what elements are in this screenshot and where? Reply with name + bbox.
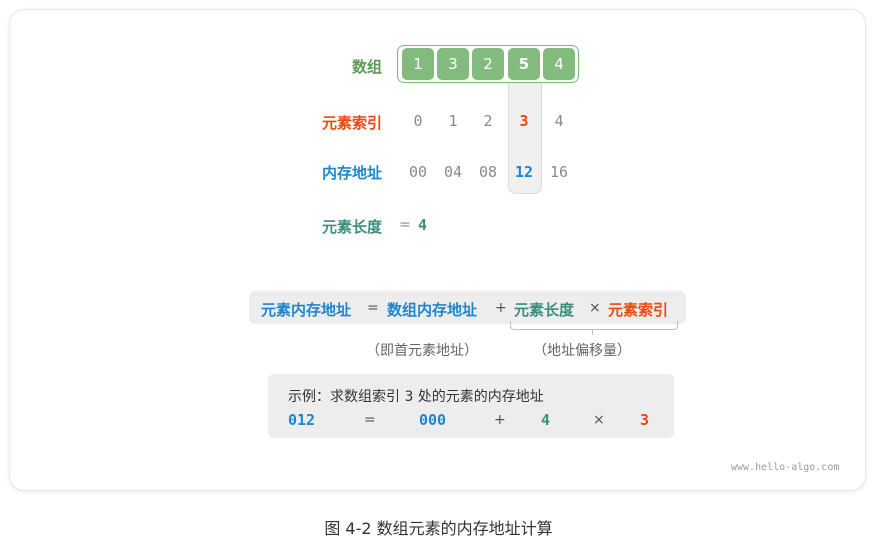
index-value: 4 [554, 112, 564, 130]
index-value-highlighted: 3 [519, 112, 529, 130]
array-cell: 1 [402, 48, 434, 80]
example-base: 000 [419, 411, 447, 429]
address-value: 04 [443, 163, 463, 181]
offset-bracket [510, 321, 678, 330]
figure: 数组 元素索引 内存地址 元素长度 1 3 2 5 4 0 1 2 3 4 00… [0, 0, 877, 540]
example-index: 3 [640, 411, 650, 429]
example-length: 4 [541, 411, 551, 429]
example-plus: + [494, 412, 506, 428]
example-equals: = [364, 412, 376, 428]
address-value-highlighted: 12 [514, 163, 534, 181]
index-value: 0 [413, 112, 423, 130]
example-title: 示例：求数组索引 3 处的元素的内存地址 [288, 389, 544, 405]
address-label: 内存地址 [321, 164, 382, 182]
array-label: 数组 [351, 58, 382, 76]
figure-caption: 图 4-2 数组元素的内存地址计算 [324, 519, 553, 538]
watermark: www.hello-algo.com [731, 462, 840, 473]
formula-index: 元素索引 [608, 301, 669, 319]
formula-base: 数组内存地址 [387, 301, 478, 319]
index-label: 元素索引 [321, 114, 382, 132]
offset-bracket-tick [592, 329, 593, 335]
example-result: 012 [288, 411, 316, 429]
index-value: 1 [448, 112, 458, 130]
address-value: 08 [478, 163, 498, 181]
formula-result: 元素内存地址 [261, 301, 352, 319]
note-offset: （地址偏移量） [533, 343, 631, 359]
index-value: 2 [483, 112, 493, 130]
length-label: 元素长度 [321, 218, 382, 236]
address-value: 00 [408, 163, 428, 181]
formula-equals: = [367, 300, 379, 316]
example-times: × [593, 412, 605, 428]
formula-plus: + [495, 300, 507, 316]
length-value: 4 [418, 216, 428, 234]
note-base: （即首元素地址） [366, 343, 478, 359]
array-cell: 3 [437, 48, 469, 80]
array-cell: 2 [472, 48, 504, 80]
length-equals: = [399, 217, 411, 233]
array-cell-highlighted: 5 [508, 48, 540, 80]
array-cell: 4 [543, 48, 575, 80]
address-value: 16 [549, 163, 569, 181]
formula-length: 元素长度 [514, 301, 575, 319]
example-box [268, 374, 674, 438]
formula-times: × [589, 300, 601, 316]
